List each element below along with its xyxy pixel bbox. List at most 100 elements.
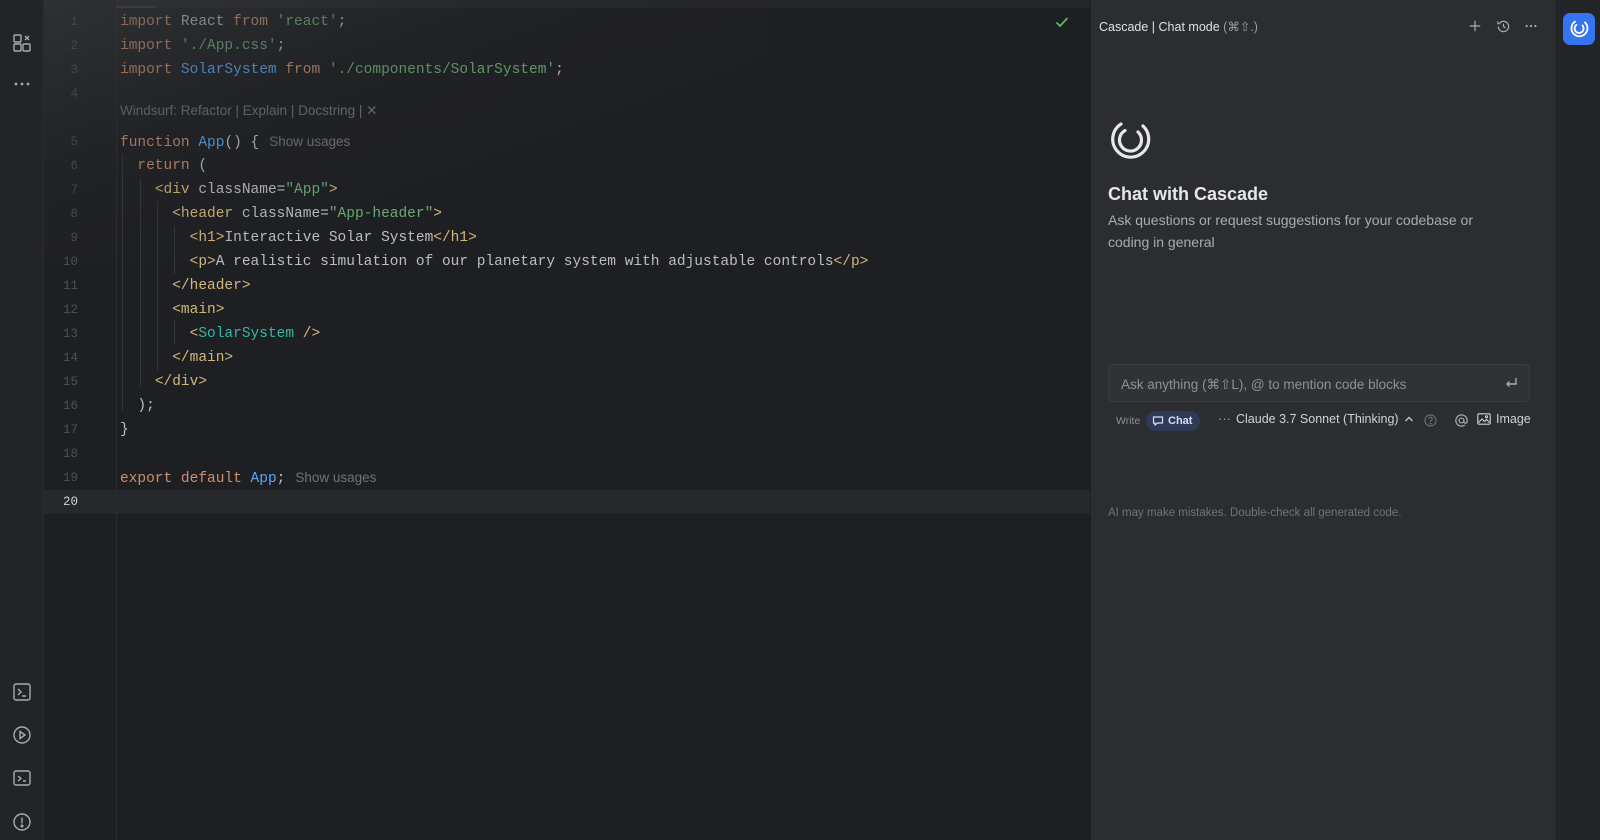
code-line[interactable]: 4 [44, 82, 1090, 106]
code-text[interactable]: import SolarSystem from './components/So… [120, 58, 564, 82]
image-upload-button[interactable]: Image [1477, 412, 1531, 426]
code-line[interactable]: 6 return ( [44, 154, 1090, 178]
code-line[interactable]: 2 import './App.css'; [44, 34, 1090, 58]
line-number[interactable]: 15 [44, 370, 78, 394]
code-line[interactable]: 13 <SolarSystem /> [44, 322, 1090, 346]
code-text[interactable]: </div> [120, 370, 207, 394]
panel-title-shortcut: (⌘⇧.) [1223, 20, 1258, 34]
code-line[interactable]: 10 <p>A realistic simulation of our plan… [44, 250, 1090, 274]
code-text[interactable]: function App() {Show usages [120, 130, 350, 155]
line-number[interactable]: 6 [44, 154, 78, 178]
services-icon[interactable] [10, 680, 34, 704]
code-line[interactable]: 5 function App() {Show usages [44, 130, 1090, 154]
chat-input-box[interactable] [1108, 364, 1530, 403]
model-selector[interactable]: Claude 3.7 Sonnet (Thinking) [1236, 412, 1414, 426]
code-token: <p> [189, 254, 216, 270]
show-usages-hint[interactable]: Show usages [295, 470, 376, 485]
line-number[interactable]: 11 [44, 274, 78, 298]
mode-more-button[interactable]: ··· [1218, 411, 1231, 426]
code-token: from [233, 14, 268, 30]
line-number[interactable]: 16 [44, 394, 78, 418]
line-number[interactable]: 14 [44, 346, 78, 370]
code-line[interactable]: 15 </div> [44, 370, 1090, 394]
line-number[interactable]: 2 [44, 34, 78, 58]
code-text[interactable]: <div className="App"> [120, 178, 338, 202]
code-text[interactable]: import './App.css'; [120, 34, 285, 58]
new-chat-icon[interactable] [1467, 18, 1483, 34]
more-tools-icon[interactable] [10, 72, 34, 96]
help-icon[interactable] [1424, 414, 1437, 427]
code-text[interactable]: return ( [120, 154, 207, 178]
line-number[interactable]: 3 [44, 58, 78, 82]
chat-input[interactable] [1119, 365, 1493, 403]
code-line[interactable]: 3 import SolarSystem from './components/S… [44, 58, 1090, 82]
line-number[interactable]: 17 [44, 418, 78, 442]
line-number[interactable]: 4 [44, 82, 78, 106]
code-line[interactable]: 12 <main> [44, 298, 1090, 322]
code-token: export [120, 471, 173, 487]
code-line[interactable]: 8 <header className="App-header"> [44, 202, 1090, 226]
code-line[interactable]: 9 <h1>Interactive Solar System</h1> [44, 226, 1090, 250]
send-enter-icon[interactable] [1503, 375, 1519, 391]
line-number[interactable]: 8 [44, 202, 78, 226]
code-text[interactable]: <p>A realistic simulation of our planeta… [120, 250, 869, 274]
code-token: default [180, 471, 242, 487]
code-token: <h1> [189, 230, 225, 246]
mode-chat-button[interactable]: Chat [1146, 411, 1201, 431]
code-text[interactable]: <h1>Interactive Solar System</h1> [120, 226, 477, 250]
code-line[interactable]: 11 </header> [44, 274, 1090, 298]
code-area[interactable]: Windsurf: Refactor | Explain | Docstring… [44, 0, 1090, 840]
project-structure-icon[interactable] [10, 31, 34, 55]
code-line[interactable]: 17} [44, 418, 1090, 442]
line-number[interactable]: 18 [44, 442, 78, 466]
code-text[interactable]: } [120, 418, 129, 442]
code-token: className [233, 206, 321, 222]
line-number[interactable]: 13 [44, 322, 78, 346]
terminal-icon[interactable] [10, 766, 34, 790]
show-usages-hint[interactable]: Show usages [269, 134, 350, 149]
code-text[interactable]: <header className="App-header"> [120, 202, 442, 226]
code-line[interactable]: 20 [44, 490, 1090, 514]
code-editor[interactable]: Windsurf: Refactor | Explain | Docstring… [44, 0, 1090, 840]
cascade-logo-icon [1111, 122, 1151, 159]
line-number[interactable]: 19 [44, 466, 78, 490]
mode-write-button[interactable]: Write [1111, 412, 1145, 430]
code-token: './components/SolarSystem' [328, 62, 556, 78]
line-number[interactable]: 12 [44, 298, 78, 322]
code-line[interactable]: 19 export default App; Show usages [44, 466, 1090, 490]
code-text[interactable]: </header> [120, 274, 250, 298]
code-token: function [120, 135, 190, 151]
code-text[interactable]: ); [120, 394, 154, 418]
code-token: ( [189, 158, 208, 174]
code-line[interactable]: 1 import React from 'react'; [44, 10, 1090, 34]
mention-at-icon[interactable] [1454, 413, 1469, 428]
line-number[interactable]: 20 [44, 490, 78, 514]
history-icon[interactable] [1495, 18, 1511, 34]
code-line[interactable]: 16 ); [44, 394, 1090, 418]
code-token: <header [172, 206, 234, 222]
problems-icon[interactable] [10, 810, 34, 834]
code-text[interactable]: export default App; Show usages [120, 466, 376, 491]
code-text[interactable]: </main> [120, 346, 233, 370]
panel-more-icon[interactable] [1523, 18, 1539, 34]
code-text[interactable]: import React from 'react'; [120, 10, 346, 34]
line-number[interactable]: 9 [44, 226, 78, 250]
code-line[interactable]: 18 [44, 442, 1090, 466]
code-token: /> [294, 326, 321, 342]
code-text[interactable]: <main> [120, 298, 224, 322]
cascade-toggle-button[interactable] [1563, 13, 1595, 45]
run-icon[interactable] [10, 723, 34, 747]
line-number[interactable]: 5 [44, 130, 78, 154]
code-line[interactable]: 7 <div className="App"> [44, 178, 1090, 202]
code-line[interactable]: 14 </main> [44, 346, 1090, 370]
code-text[interactable]: <SolarSystem /> [120, 322, 321, 346]
line-number[interactable]: 7 [44, 178, 78, 202]
no-problems-check-icon[interactable] [1054, 14, 1070, 30]
line-number[interactable]: 1 [44, 10, 78, 34]
code-token: </main> [172, 350, 234, 366]
line-number[interactable]: 10 [44, 250, 78, 274]
